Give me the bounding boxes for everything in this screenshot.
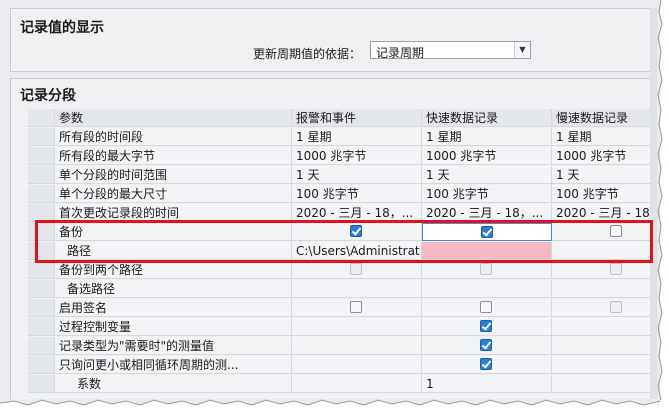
record-segments-title: 记录分段	[20, 88, 76, 104]
value-cell	[292, 318, 422, 336]
row-gutter	[28, 280, 55, 298]
checkbox-cell	[422, 261, 552, 279]
table-row: 备选路径	[28, 280, 660, 299]
row-gutter	[28, 356, 55, 374]
table-row: 单个分段的时间范围 1 天 1 天 1 天	[28, 166, 660, 185]
checkbox-cell	[422, 318, 552, 336]
record-display-title: 记录值的显示	[20, 20, 104, 36]
signature-slow-checkbox[interactable]	[610, 301, 622, 313]
table-header: 参数 报警和事件 快速数据记录 慢速数据记录	[28, 109, 660, 128]
value-cell[interactable]: 1 天	[422, 166, 552, 184]
update-cycle-select[interactable]: 记录周期 ▼	[370, 41, 531, 60]
param-label: 备份到两个路径	[55, 261, 292, 279]
value-cell[interactable]: 1000 兆字节	[422, 147, 552, 165]
value-cell	[552, 356, 660, 374]
param-label: 只询问更小或相同循环周期的测...	[55, 356, 292, 374]
column-header-fast-log[interactable]: 快速数据记录	[422, 109, 552, 127]
on-demand-fast-checkbox[interactable]	[480, 339, 492, 351]
value-cell	[552, 375, 660, 393]
checkbox-cell	[292, 299, 422, 317]
row-gutter	[28, 185, 55, 203]
value-cell[interactable]: 1000 兆字节	[552, 147, 660, 165]
column-header-slow-log[interactable]: 慢速数据记录	[552, 109, 660, 127]
value-cell[interactable]: 1 星期	[292, 128, 422, 146]
row-gutter	[28, 166, 55, 184]
param-label: 所有段的最大字节	[55, 147, 292, 165]
value-cell	[292, 280, 422, 298]
torn-edge-bottom	[0, 399, 661, 406]
table-row: 记录类型为"需要时"的测量值	[28, 337, 660, 356]
row-gutter	[28, 128, 55, 146]
smaller-cycle-fast-checkbox[interactable]	[480, 358, 492, 370]
row-gutter	[28, 299, 55, 317]
highlight-box	[35, 220, 653, 263]
update-cycle-value: 记录周期	[376, 46, 425, 60]
process-vars-fast-checkbox[interactable]	[480, 320, 492, 332]
row-gutter	[28, 375, 55, 393]
value-cell[interactable]: 1 星期	[422, 128, 552, 146]
value-cell[interactable]: 100 兆字节	[552, 185, 660, 203]
two-paths-slow-checkbox[interactable]	[610, 263, 622, 275]
value-cell[interactable]: 1 天	[552, 166, 660, 184]
checkbox-cell	[552, 299, 660, 317]
row-gutter	[28, 337, 55, 355]
chevron-down-icon[interactable]: ▼	[514, 42, 530, 58]
param-label: 所有段的时间段	[55, 128, 292, 146]
checkbox-cell	[422, 337, 552, 355]
value-cell	[552, 280, 660, 298]
table-row: 只询问更小或相同循环周期的测...	[28, 356, 660, 375]
two-paths-alarms-checkbox[interactable]	[350, 263, 362, 275]
value-cell[interactable]: 1 星期	[552, 128, 660, 146]
param-label: 记录类型为"需要时"的测量值	[55, 337, 292, 355]
param-label: 备选路径	[55, 280, 292, 298]
param-label: 系数	[55, 375, 292, 393]
record-display-section	[10, 8, 660, 72]
row-gutter	[28, 147, 55, 165]
window-frame: 记录值的显示 更新周期值的依据： 记录周期 ▼ 记录分段 参数 报警和事件 快速…	[0, 0, 660, 402]
checkbox-cell	[422, 299, 552, 317]
signature-alarms-checkbox[interactable]	[350, 301, 362, 313]
row-gutter	[28, 318, 55, 336]
value-cell	[552, 337, 660, 355]
checkbox-cell	[422, 356, 552, 374]
value-cell[interactable]: 100 兆字节	[292, 185, 422, 203]
header-corner	[28, 109, 55, 127]
row-gutter	[28, 261, 55, 279]
param-label: 单个分段的时间范围	[55, 166, 292, 184]
table-row: 启用签名	[28, 299, 660, 318]
two-paths-fast-checkbox[interactable]	[480, 263, 492, 275]
param-label: 启用签名	[55, 299, 292, 317]
value-cell	[422, 280, 552, 298]
value-cell	[292, 337, 422, 355]
column-header-alarms[interactable]: 报警和事件	[292, 109, 422, 127]
table-row: 备份到两个路径	[28, 261, 660, 280]
value-cell[interactable]: 1	[422, 375, 552, 393]
value-cell	[292, 375, 422, 393]
checkbox-cell	[552, 261, 660, 279]
table-row: 过程控制变量	[28, 318, 660, 337]
signature-fast-checkbox[interactable]	[480, 301, 492, 313]
table-row: 所有段的时间段 1 星期 1 星期 1 星期	[28, 128, 660, 147]
checkbox-cell	[292, 261, 422, 279]
param-label: 单个分段的最大尺寸	[55, 185, 292, 203]
column-header-param[interactable]: 参数	[55, 109, 292, 127]
table-row: 系数 1	[28, 375, 660, 394]
table-row: 所有段的最大字节 1000 兆字节 1000 兆字节 1000 兆字节	[28, 147, 660, 166]
torn-edge-right	[657, 0, 663, 409]
param-label: 过程控制变量	[55, 318, 292, 336]
update-cycle-label: 更新周期值的依据：	[253, 47, 362, 61]
value-cell[interactable]: 100 兆字节	[422, 185, 552, 203]
value-cell[interactable]: 1000 兆字节	[292, 147, 422, 165]
value-cell[interactable]: 1 天	[292, 166, 422, 184]
table-row: 单个分段的最大尺寸 100 兆字节 100 兆字节 100 兆字节	[28, 185, 660, 204]
value-cell	[552, 318, 660, 336]
value-cell	[292, 356, 422, 374]
